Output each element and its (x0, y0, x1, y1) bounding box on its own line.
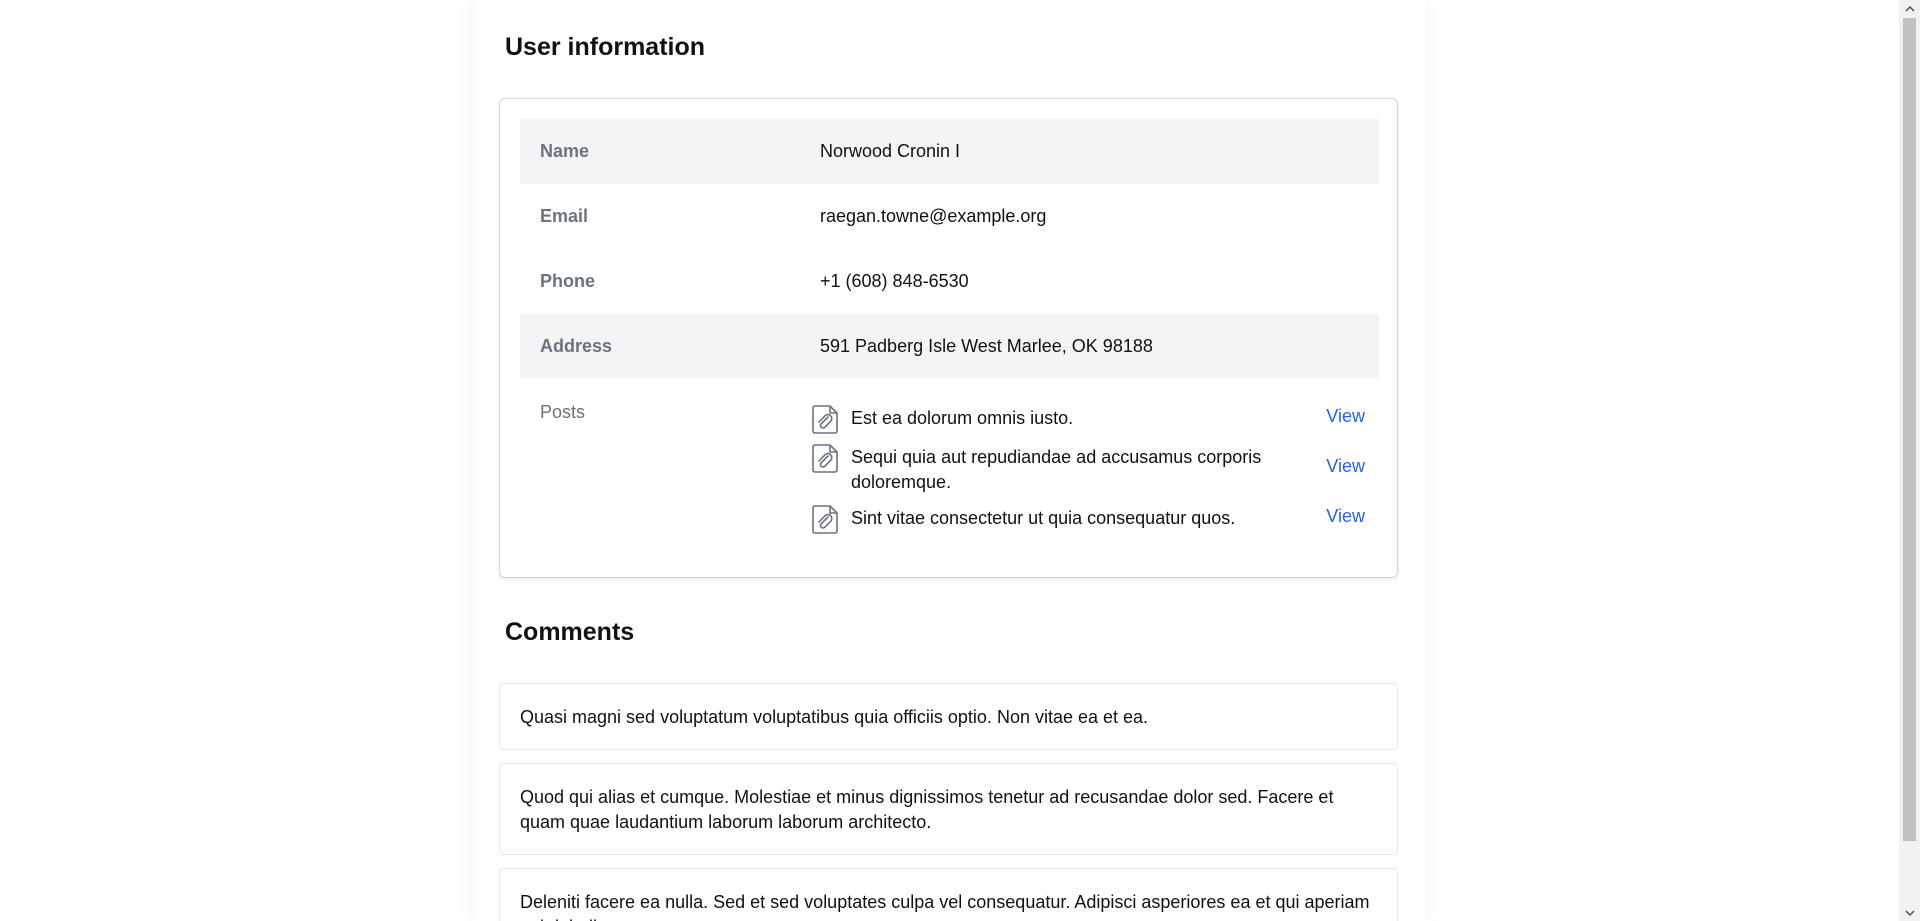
post-title: Est ea dolorum omnis iusto. (851, 408, 1074, 428)
info-value: raegan.towne@example.org (820, 206, 1047, 226)
comments-title: Comments (505, 618, 635, 646)
comment-card: Deleniti facere ea nulla. Sed et sed vol… (499, 868, 1398, 921)
info-label: Address (540, 336, 613, 356)
comment-card: Quasi magni sed voluptatum voluptatibus … (499, 683, 1398, 750)
info-row-name: Name Norwood Cronin I (520, 119, 1379, 184)
scrollbar-thumb[interactable] (1903, 18, 1916, 841)
post-view-link[interactable]: View (1326, 456, 1365, 477)
post-item: Sequi quia aut repudiandae ad accusamus … (810, 443, 1365, 495)
paperclip-document-icon (810, 504, 840, 534)
post-view-link[interactable]: View (1326, 406, 1365, 427)
post-title: Sint vitae consectetur ut quia consequat… (851, 508, 1236, 528)
comment-text: Quasi magni sed voluptatum voluptatibus … (520, 707, 1149, 727)
post-item: Est ea dolorum omnis iusto. View (810, 404, 1365, 434)
comment-text: Quod qui alias et cumque. Molestiae et m… (520, 787, 1334, 832)
info-value: +1 (608) 848-6530 (820, 271, 969, 291)
scroll-up-arrow-icon[interactable] (1899, 0, 1920, 17)
posts-label: Posts (540, 402, 586, 422)
user-info-card: Name Norwood Cronin I Email raegan.towne… (499, 98, 1398, 578)
info-label: Name (540, 141, 590, 161)
post-title: Sequi quia aut repudiandae ad accusamus … (851, 447, 1262, 492)
comment-card: Quod qui alias et cumque. Molestiae et m… (499, 763, 1398, 855)
info-row-address: Address 591 Padberg Isle West Marlee, OK… (520, 314, 1379, 379)
paperclip-document-icon (810, 443, 840, 473)
info-value: 591 Padberg Isle West Marlee, OK 98188 (820, 336, 1153, 356)
paperclip-document-icon (810, 404, 840, 434)
user-info-title: User information (505, 33, 706, 61)
info-row-phone: Phone +1 (608) 848-6530 (520, 249, 1379, 314)
main-content: User information Name Norwood Cronin I E… (475, 0, 1425, 921)
post-view-link[interactable]: View (1326, 506, 1365, 527)
page: User information Name Norwood Cronin I E… (0, 0, 1920, 921)
info-value: Norwood Cronin I (820, 141, 961, 161)
info-label: Email (540, 206, 589, 226)
info-label: Phone (540, 271, 596, 291)
vertical-scrollbar[interactable] (1899, 0, 1920, 921)
scroll-down-arrow-icon[interactable] (1899, 904, 1920, 921)
info-row-email: Email raegan.towne@example.org (520, 184, 1379, 249)
comment-text: Deleniti facere ea nulla. Sed et sed vol… (520, 892, 1370, 921)
post-item: Sint vitae consectetur ut quia consequat… (810, 504, 1365, 534)
